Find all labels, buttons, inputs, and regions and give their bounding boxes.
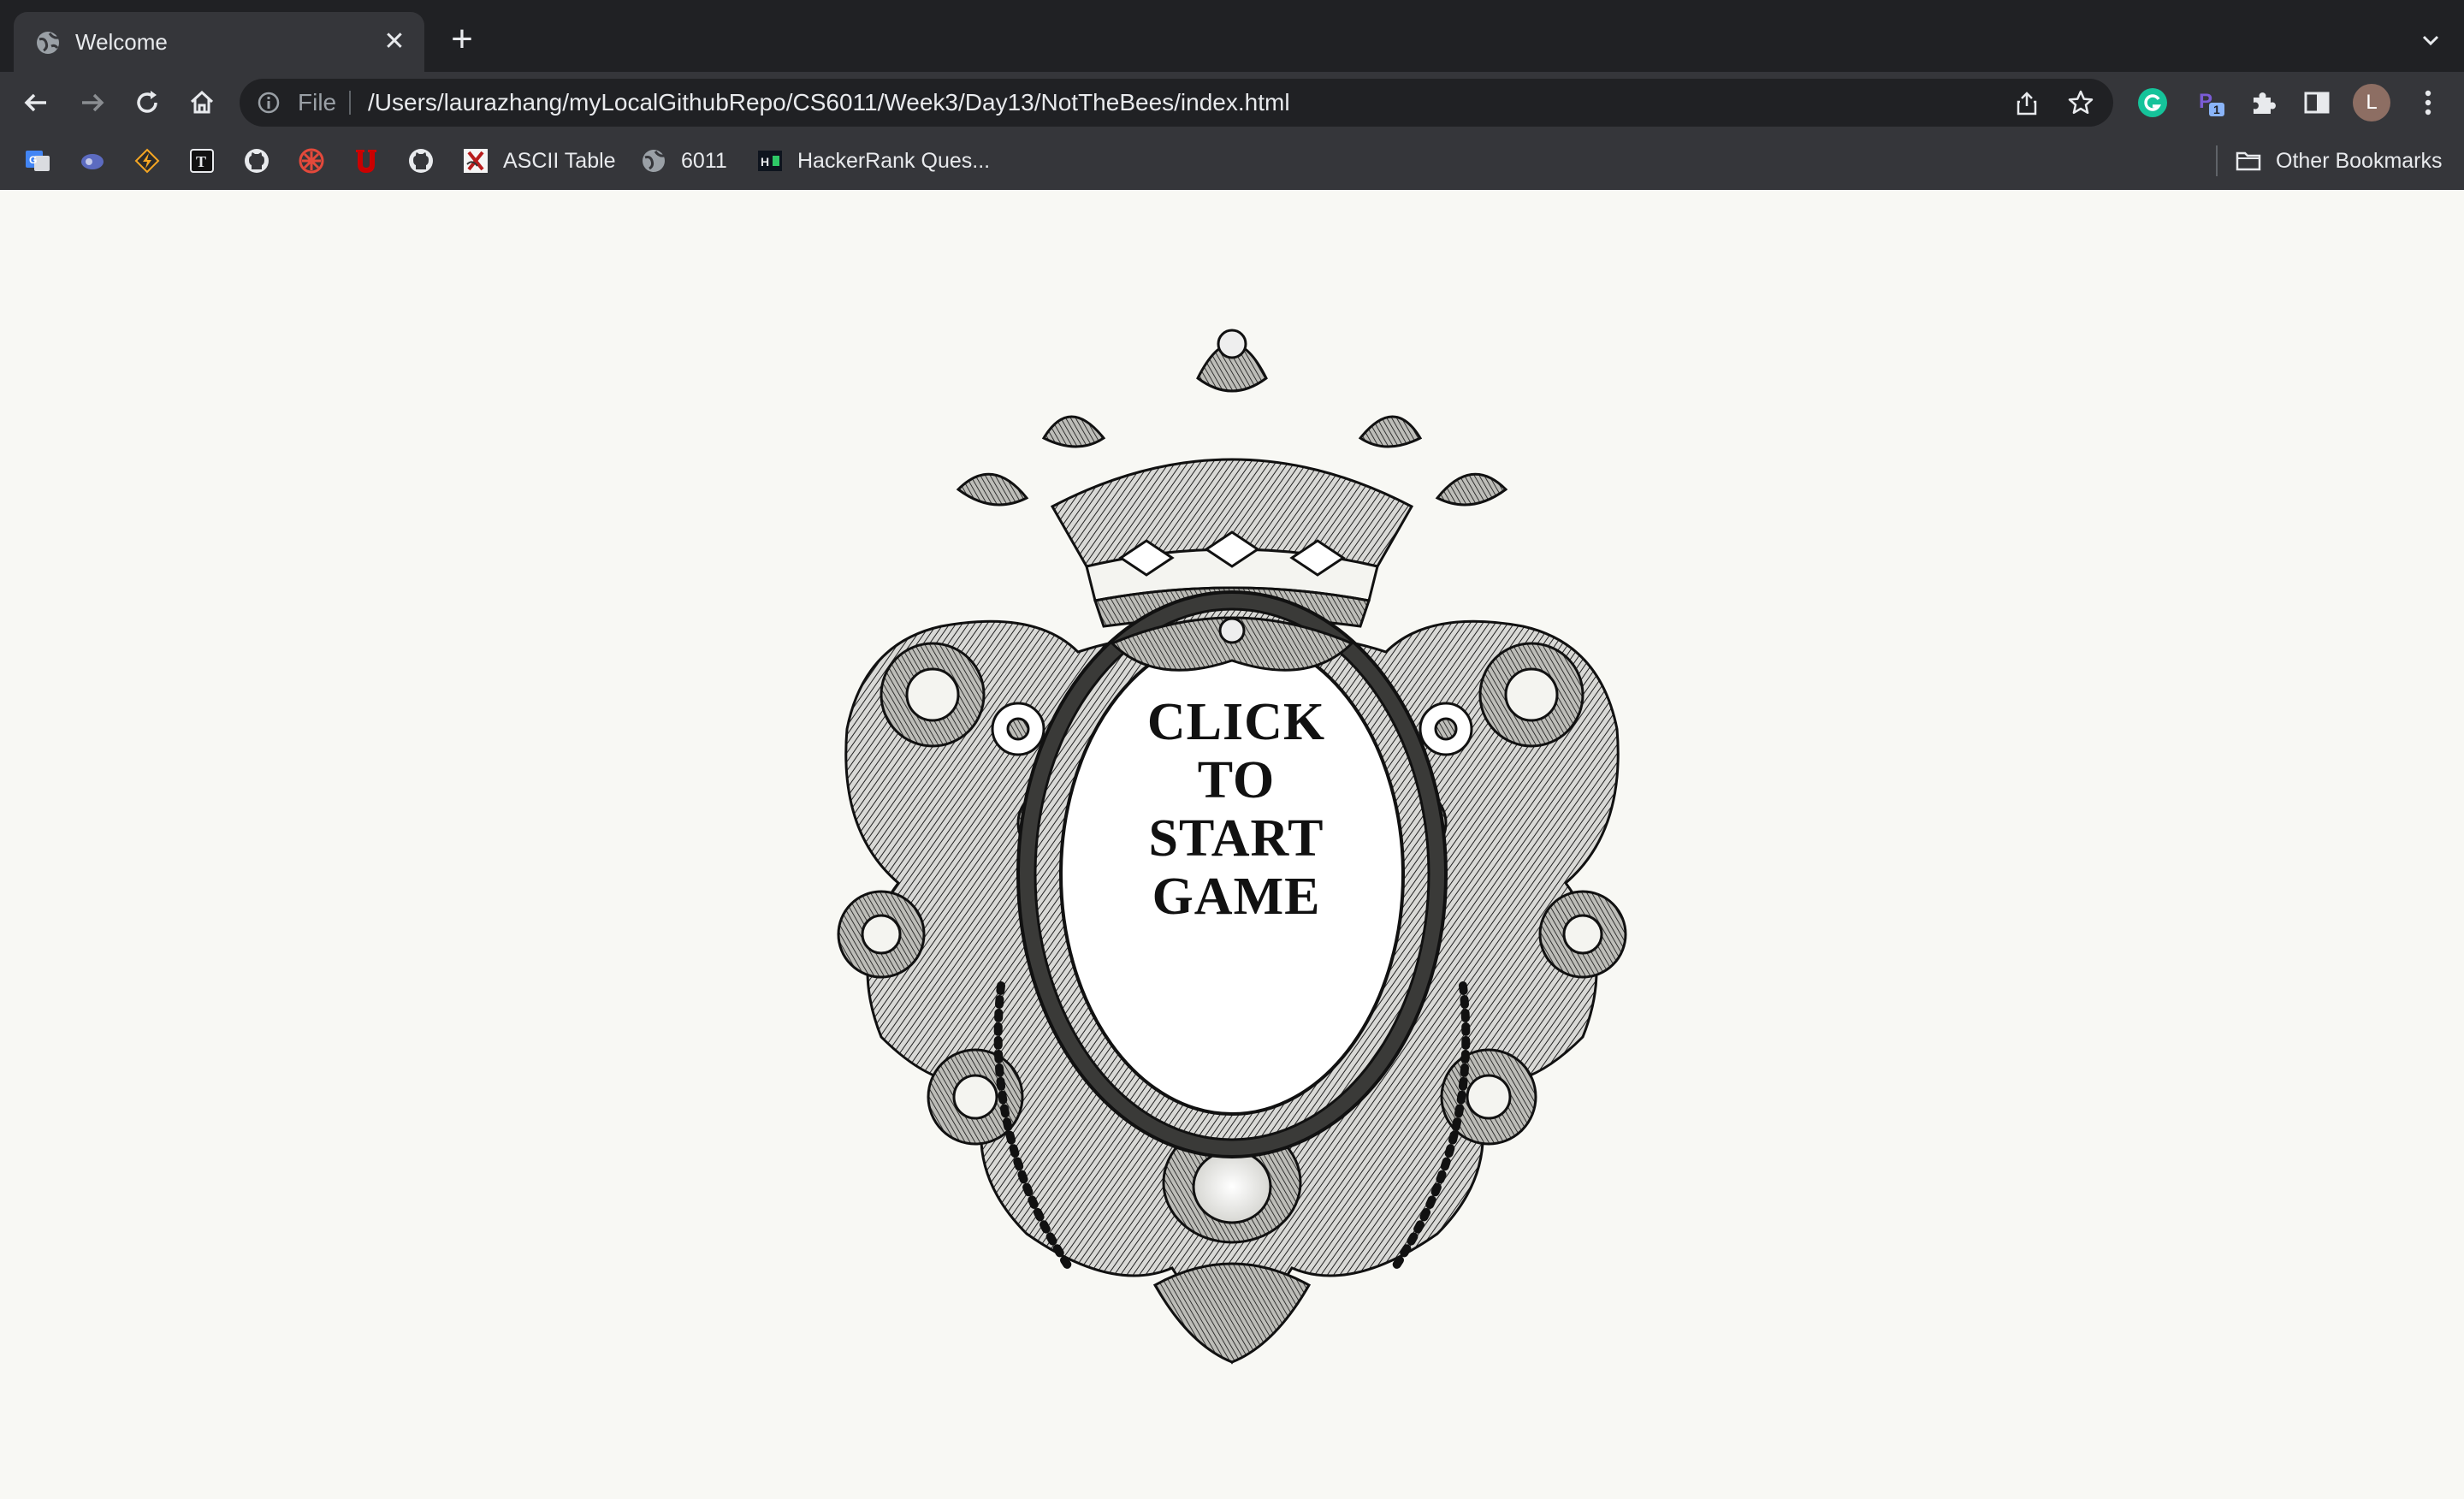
github-icon — [245, 149, 269, 173]
github-icon — [409, 149, 433, 173]
address-bar[interactable]: File /Users/laurazhang/myLocalGithubRepo… — [240, 79, 2113, 127]
start-line-4: GAME — [1152, 868, 1321, 926]
profile-avatar[interactable]: L — [2353, 84, 2390, 121]
hackerrank-icon: H — [758, 151, 782, 171]
svg-text:H: H — [761, 155, 769, 169]
svg-text:T: T — [196, 153, 206, 170]
bookmarks-divider — [2216, 145, 2218, 176]
u-logo-icon — [356, 150, 376, 173]
other-bookmarks-label: Other Bookmarks — [2276, 148, 2443, 173]
bookmarks-bar: G T ASCII Table 6011 H HackerRank Ques..… — [0, 133, 2464, 192]
svg-text:G: G — [29, 154, 37, 166]
bookmark-u-logo[interactable] — [352, 145, 380, 176]
typora-icon: T — [190, 149, 214, 173]
start-line-3: START — [1148, 809, 1324, 868]
forward-arrow-icon[interactable] — [75, 86, 110, 120]
bookmark-asterisk[interactable] — [298, 145, 325, 176]
other-bookmarks-button[interactable]: Other Bookmarks — [2235, 145, 2443, 176]
reload-icon[interactable] — [130, 86, 164, 120]
side-panel-icon[interactable] — [2300, 86, 2334, 120]
chevron-down-icon[interactable] — [2416, 26, 2445, 55]
folder-icon — [2236, 151, 2261, 171]
back-arrow-icon[interactable] — [19, 86, 53, 120]
bookmark-github-2[interactable] — [407, 145, 435, 176]
bookmark-bolt[interactable] — [133, 145, 161, 176]
bookmark-label: HackerRank Ques... — [797, 148, 991, 173]
start-line-2: TO — [1197, 751, 1276, 809]
bookmark-typora[interactable]: T — [188, 145, 216, 176]
extension-badge-icon[interactable]: P 1 — [2194, 86, 2228, 120]
kebab-menu-icon[interactable] — [2411, 86, 2445, 120]
bookmark-label: ASCII Table — [503, 148, 616, 173]
bookmark-hackerrank[interactable]: H HackerRank Ques... — [756, 145, 990, 176]
svg-text:1: 1 — [2213, 103, 2220, 116]
omnibox-divider — [349, 91, 351, 115]
globe-icon — [643, 150, 665, 172]
page-content: CLICK TO START GAME — [0, 190, 2464, 1499]
new-tab-button[interactable]: + — [445, 21, 479, 58]
url-scheme: File — [298, 89, 337, 116]
start-game-text[interactable]: CLICK TO START GAME — [1104, 693, 1369, 926]
tab-title: Welcome — [75, 29, 168, 55]
bookmark-label: 6011 — [681, 148, 727, 173]
share-icon[interactable] — [2014, 91, 2040, 116]
globe-icon — [37, 32, 59, 54]
bookmark-6011[interactable]: 6011 — [640, 145, 727, 176]
start-line-1: CLICK — [1146, 693, 1326, 751]
bolt-icon — [134, 148, 160, 174]
tab-welcome[interactable]: Welcome ✕ — [14, 12, 424, 72]
ascii-table-icon — [464, 149, 488, 173]
asterisk-icon — [299, 148, 324, 174]
bookmark-star-icon[interactable] — [2067, 89, 2094, 116]
bookmark-ascii-table[interactable]: ASCII Table — [462, 145, 616, 176]
info-icon[interactable] — [257, 91, 281, 115]
toolbar: File /Users/laurazhang/myLocalGithubRepo… — [0, 72, 2464, 133]
url-text[interactable]: /Users/laurazhang/myLocalGithubRepo/CS60… — [368, 88, 1290, 117]
bookmark-extension[interactable] — [79, 145, 106, 176]
grammarly-icon[interactable] — [2135, 86, 2170, 120]
home-icon[interactable] — [185, 86, 219, 120]
google-translate-icon: G — [26, 151, 50, 171]
tab-close-icon[interactable]: ✕ — [380, 27, 409, 56]
bookmark-google-translate[interactable]: G — [24, 145, 51, 176]
puzzle-extensions-icon[interactable] — [2247, 86, 2281, 120]
bookmark-github-1[interactable] — [243, 145, 270, 176]
tab-strip: Welcome ✕ + — [0, 0, 2464, 72]
extension-icon — [81, 154, 104, 169]
